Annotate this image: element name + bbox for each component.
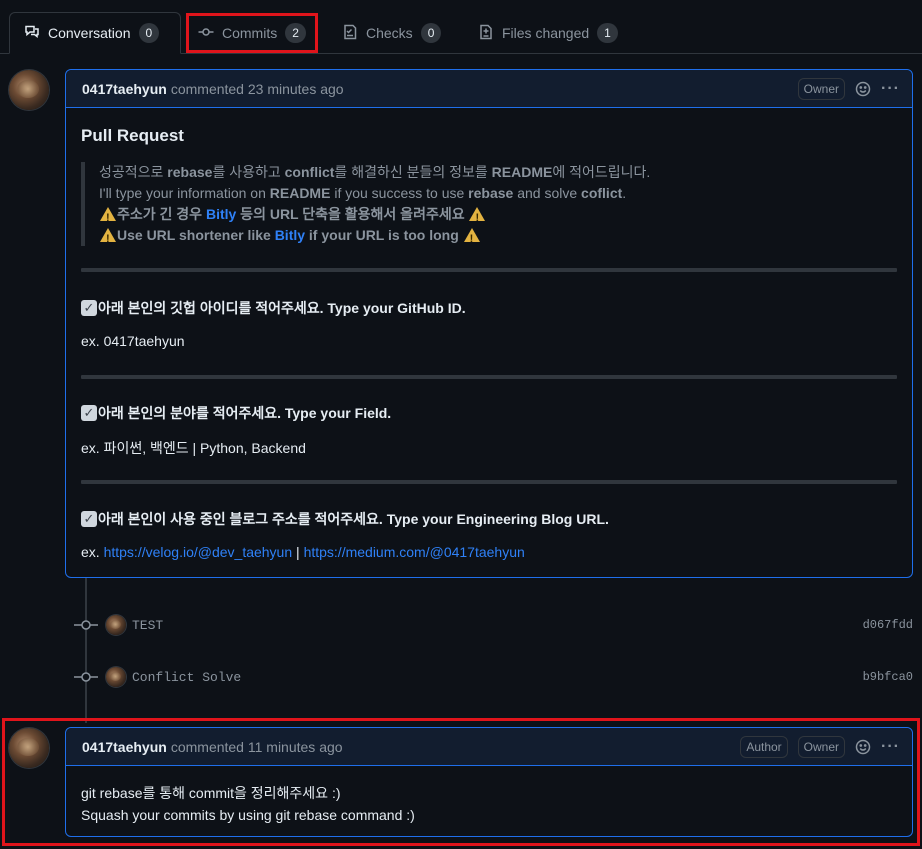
comment-body: git rebase를 통해 commit을 정리해주세요 :) Squash …	[81, 782, 415, 826]
avatar[interactable]	[9, 728, 49, 768]
section-text: ex. 파이썬, 백엔드 | Python, Backend	[81, 440, 306, 456]
tab-checks[interactable]: Checks 0	[328, 12, 458, 54]
git-commit-icon	[72, 617, 100, 633]
commit-sha[interactable]: b9bfca0	[863, 670, 913, 684]
comment-line: git rebase를 통해 commit을 정리해주세요 :)	[81, 785, 341, 801]
timeline-line	[85, 578, 87, 723]
tab-commits-count: 2	[285, 23, 306, 43]
tab-conversation-label: Conversation	[48, 25, 131, 41]
tab-checks-label: Checks	[366, 25, 413, 41]
pr-title: Pull Request	[81, 126, 184, 145]
avatar[interactable]	[106, 615, 126, 635]
comment-timestamp[interactable]: commented 11 minutes ago	[171, 739, 343, 755]
smiley-icon[interactable]	[855, 81, 871, 97]
tab-commits-label: Commits	[222, 25, 278, 41]
git-commit-icon	[72, 669, 100, 685]
tab-commits[interactable]: Commits 2	[184, 12, 316, 54]
tab-checks-count: 0	[420, 23, 442, 43]
commit-sha[interactable]: d067fdd	[863, 618, 913, 632]
tab-files-changed-count: 1	[597, 23, 618, 43]
kebab-menu-icon[interactable]: ···	[881, 80, 900, 98]
commit-row: Conflict Solve b9bfca0	[72, 664, 922, 690]
divider	[81, 375, 897, 379]
checkmark-icon: ✓	[81, 405, 97, 421]
commit-message[interactable]: TEST	[132, 618, 163, 633]
warning-icon	[469, 207, 486, 229]
owner-badge: Owner	[797, 736, 846, 758]
warning-icon	[463, 228, 480, 250]
kebab-menu-icon[interactable]: ···	[881, 738, 900, 756]
file-diff-icon	[478, 24, 494, 43]
owner-badge: Owner	[797, 78, 846, 100]
checkmark-icon: ✓	[81, 300, 97, 316]
tab-files-changed-label: Files changed	[502, 25, 590, 41]
comment-discussion-icon	[24, 24, 40, 43]
comment-actions: Owner ···	[797, 70, 900, 108]
avatar[interactable]	[9, 70, 49, 110]
warning-icon	[100, 207, 116, 229]
smiley-icon[interactable]	[855, 739, 871, 755]
author-badge: Author	[740, 736, 788, 758]
comment-header: 0417taehyun commented 11 minutes ago Aut…	[66, 728, 912, 766]
section-text: ex. https://velog.io/@dev_taehyun | http…	[81, 544, 525, 560]
commit-row: TEST d067fdd	[72, 612, 922, 638]
section-title: ✓ 아래 본인의 분야를 적어주세요. Type your Field.	[81, 403, 391, 423]
checkmark-icon: ✓	[81, 511, 97, 527]
comment-author[interactable]: 0417taehyun	[82, 81, 167, 97]
git-commit-icon	[198, 24, 214, 43]
comment-timestamp[interactable]: commented 23 minutes ago	[171, 81, 344, 97]
divider	[81, 268, 897, 272]
section-text: ex. 0417taehyun	[81, 333, 185, 349]
checklist-icon	[342, 24, 358, 43]
comment-box: 0417taehyun commented 11 minutes ago Aut…	[65, 727, 913, 837]
tab-conversation[interactable]: Conversation 0	[9, 12, 181, 54]
divider	[81, 480, 897, 484]
comment-header: 0417taehyun commented 23 minutes ago Own…	[66, 70, 912, 108]
medium-link[interactable]: https://medium.com/@0417taehyun	[304, 544, 525, 560]
bitly-link[interactable]: Bitly	[275, 227, 305, 243]
comment-box: 0417taehyun commented 23 minutes ago Own…	[65, 69, 913, 578]
avatar[interactable]	[106, 667, 126, 687]
commit-message[interactable]: Conflict Solve	[132, 670, 241, 685]
section-title: ✓ 아래 본인이 사용 중인 블로그 주소를 적어주세요. Type your E…	[81, 509, 609, 529]
bitly-link[interactable]: Bitly	[206, 206, 236, 222]
comment-author[interactable]: 0417taehyun	[82, 739, 167, 755]
pr-tabs: Conversation 0 Commits 2 Checks 0 Files …	[0, 0, 922, 54]
comment-actions: Author Owner ···	[740, 728, 900, 766]
blockquote: 성공적으로 rebase를 사용하고 conflict를 해결하신 분들의 정보…	[81, 162, 650, 250]
tab-files-changed[interactable]: Files changed 1	[464, 12, 634, 54]
velog-link[interactable]: https://velog.io/@dev_taehyun	[104, 544, 293, 560]
tab-conversation-count: 0	[138, 23, 160, 43]
section-title: ✓ 아래 본인의 깃헙 아이디를 적어주세요. Type your GitHub …	[81, 298, 466, 318]
warning-icon	[100, 228, 116, 250]
comment-line: Squash your commits by using git rebase …	[81, 807, 415, 823]
